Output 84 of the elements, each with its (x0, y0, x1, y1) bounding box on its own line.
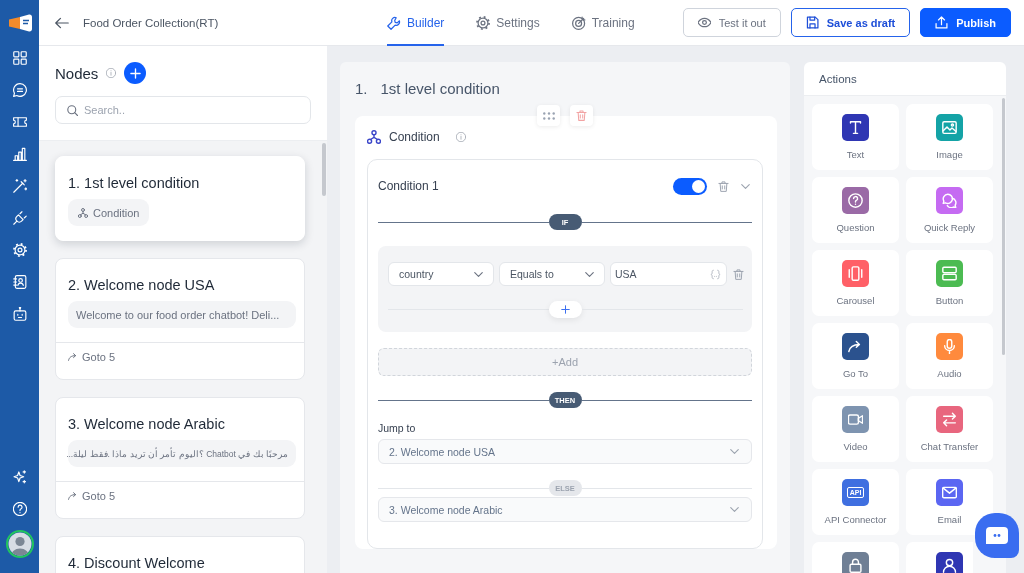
else-target-select[interactable]: 3. Welcome node Arabic (378, 497, 752, 522)
block-title: Condition (389, 130, 440, 144)
flow-title: Food Order Collection(RT) (83, 16, 219, 29)
action-tile[interactable]: Chat Transfer (906, 396, 993, 462)
wrench-icon (387, 15, 401, 30)
upload-icon (935, 16, 949, 29)
eye-icon (697, 16, 711, 29)
action-tile[interactable]: Question (812, 177, 899, 243)
nav-tab[interactable]: Training (571, 0, 635, 46)
action-tile[interactable]: Email (906, 469, 993, 535)
nav-tab[interactable]: Settings (476, 0, 540, 46)
action-tile[interactable]: Video (812, 396, 899, 462)
settings-icon (476, 15, 491, 30)
nav-tab[interactable]: Builder (387, 0, 445, 46)
search-icon (67, 104, 78, 116)
settings-icon[interactable] (12, 243, 27, 257)
sparkle-icon[interactable] (12, 470, 27, 484)
node-title: 1. 1st level condition (68, 174, 201, 193)
chat-bubble-icon (986, 527, 1008, 544)
toggle-switch[interactable] (673, 177, 707, 195)
info-icon (106, 68, 117, 78)
action-tile[interactable]: Button (906, 250, 993, 316)
node-card[interactable]: 4. Discount Welcome (55, 536, 305, 573)
action-tile[interactable]: Text (812, 104, 899, 170)
condition-title: Condition 1 (378, 179, 439, 193)
plus-icon (561, 305, 570, 314)
value-input[interactable]: USA (610, 262, 727, 286)
curved-arrow-icon (68, 491, 78, 501)
message-preview: Welcome to our food order chatbot! Deli... (68, 301, 296, 328)
contact-book-icon[interactable] (12, 275, 27, 289)
node-card[interactable]: 1. 1st level condition Condition (55, 156, 305, 241)
node-heading: 1st level condition (380, 80, 500, 98)
node-title: 4. Discount Welcome (68, 554, 206, 573)
plus-icon (129, 67, 141, 79)
chat-icon[interactable] (12, 83, 27, 97)
trash-icon (576, 110, 587, 121)
panel-title: Nodes (55, 64, 99, 82)
operator-select[interactable]: Equals to (499, 262, 605, 286)
user-avatar[interactable] (5, 530, 34, 558)
message-preview: مرحبًا بك في Chatbot ؟اليوم تأمر أن تريد ماذا .فقط ليلة... (68, 440, 296, 467)
action-tile[interactable]: Go To (812, 323, 899, 389)
preview-button[interactable]: Test it out (682, 8, 781, 37)
info-icon (455, 132, 466, 142)
action-tile[interactable]: Quick Reply (906, 177, 993, 243)
magic-wand-icon[interactable] (12, 179, 27, 193)
add-rule-button[interactable] (549, 301, 582, 318)
search-field[interactable]: Search.. (55, 96, 311, 124)
action-tile[interactable]: Audio (906, 323, 993, 389)
drag-handle[interactable] (537, 105, 560, 126)
dashboard-icon[interactable] (12, 51, 27, 65)
scrollbar-thumb[interactable] (1002, 98, 1005, 355)
target-icon (571, 15, 586, 30)
node-number: 1. (355, 80, 368, 98)
node-title: 2. Welcome node USA (68, 276, 216, 295)
bar-chart-icon[interactable] (12, 147, 27, 161)
drag-dots-icon (542, 111, 555, 120)
back-arrow-icon[interactable] (55, 15, 69, 30)
action-tile[interactable]: Image (906, 104, 993, 170)
hierarchy-icon (78, 207, 88, 218)
chevron-down-icon (730, 449, 739, 454)
chevron-down-icon (474, 271, 483, 277)
field-select[interactable]: country (388, 262, 494, 286)
jump-target-select[interactable]: 2. Welcome node USA (378, 439, 752, 464)
chevron-down-icon (585, 271, 594, 277)
ticket-icon[interactable] (12, 115, 27, 129)
publish-button[interactable]: Publish (920, 8, 1011, 37)
robot-icon[interactable] (12, 307, 27, 321)
save-draft-button[interactable]: Save as draft (790, 8, 911, 37)
plug-icon[interactable] (12, 211, 27, 225)
chat-widget-button[interactable] (975, 513, 1019, 558)
action-tile[interactable]: Carousel (812, 250, 899, 316)
chip-label: Condition (93, 206, 140, 219)
add-node-button[interactable] (124, 62, 147, 84)
node-title: 3. Welcome node Arabic (68, 415, 226, 434)
scrollbar-thumb[interactable] (322, 143, 326, 196)
goto-link[interactable]: Goto 5 (82, 488, 116, 504)
chevron-down-icon (730, 507, 739, 512)
hierarchy-icon (367, 130, 381, 144)
field-label: Jump to (378, 422, 417, 434)
goto-link[interactable]: Goto 5 (82, 349, 116, 365)
app-logo[interactable] (6, 14, 33, 32)
curved-arrow-icon (68, 352, 78, 362)
node-card[interactable]: 2. Welcome node USA Welcome to our food order chatbot! Deli... Goto 5 (55, 258, 305, 380)
help-icon[interactable] (12, 502, 27, 516)
